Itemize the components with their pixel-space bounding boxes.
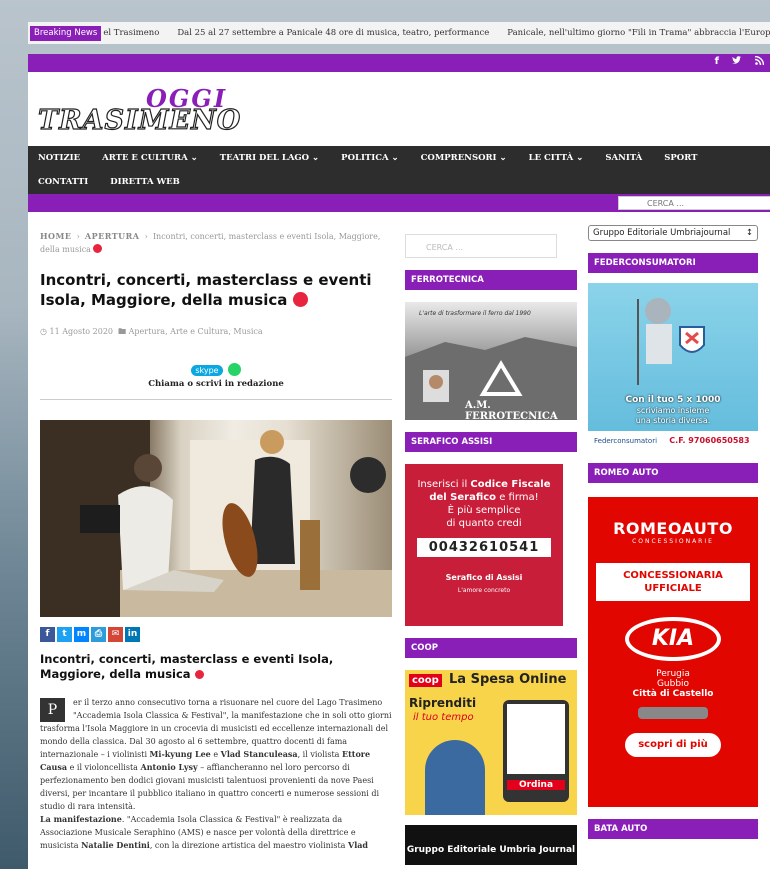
article-date: 11 Agosto 2020 bbox=[49, 327, 114, 336]
romeo-city3: Città di Castello bbox=[632, 689, 714, 699]
coop-ad[interactable]: coop La Spesa Online Riprenditi il tuo t… bbox=[405, 670, 577, 815]
nav-item-sanita[interactable]: SANITÀ bbox=[605, 146, 642, 170]
federconsumatori-ad[interactable]: Con il tuo 5 x 1000 scriviamo insieme un… bbox=[588, 283, 758, 451]
serafico-tagline: L'amore concreto bbox=[457, 587, 511, 594]
nav-search-bar bbox=[28, 194, 770, 212]
widget-title-coop: COOP bbox=[405, 638, 577, 658]
nav-item-comprensori[interactable]: COMPRENSORI ⌄ bbox=[421, 146, 507, 170]
skype-icon[interactable]: skype bbox=[191, 365, 223, 376]
scopri-button[interactable]: scopri di più bbox=[625, 733, 721, 757]
breadcrumb-separator: › bbox=[76, 232, 80, 241]
widget-title-federconsumatori: FEDERCONSUMATORI bbox=[588, 253, 758, 273]
social-bar: f bbox=[28, 54, 770, 72]
nav-search-input[interactable] bbox=[618, 196, 770, 210]
main-area: HOME › APERTURA › Incontri, concerti, ma… bbox=[28, 212, 770, 869]
widget-title-ferrotecnica: FERROTECNICA bbox=[405, 270, 577, 290]
folder-icon: 🖿 bbox=[118, 327, 127, 336]
sidebar-search-input[interactable]: CERCA ... bbox=[405, 234, 557, 258]
email-share-icon[interactable]: ✉ bbox=[108, 627, 123, 642]
ferrotecnica-ad[interactable]: L'arte di trasformare il ferro dal 1990 … bbox=[405, 302, 577, 422]
nav-item-sport[interactable]: SPORT bbox=[664, 146, 697, 170]
fed-line2: scriviamo insieme bbox=[636, 406, 710, 415]
ticker-item[interactable]: Panicale, nell'ultimo giorno "Fili in Tr… bbox=[507, 28, 770, 38]
fed-line3: una storia diversa. bbox=[635, 416, 711, 425]
romeo-line2: UFFICIALE bbox=[644, 583, 702, 594]
live-dot-icon bbox=[194, 670, 204, 679]
print-share-icon[interactable]: ⎙ bbox=[91, 627, 106, 642]
coop-order-button[interactable]: Ordina bbox=[507, 780, 565, 790]
middle-sidebar: CERCA ... FERROTECNICA L'arte di trasfor… bbox=[405, 212, 577, 865]
romeo-city2: Gubbio bbox=[656, 679, 690, 689]
fed-line1: Con il tuo 5 x 1000 bbox=[625, 395, 721, 405]
gruppo-editoriale-banner[interactable]: Gruppo Editoriale Umbria Journal bbox=[405, 825, 577, 865]
rss-icon[interactable] bbox=[754, 55, 765, 68]
contact-widget: skype Chiama o scrivi in redazione bbox=[40, 358, 392, 389]
twitter-share-icon[interactable]: t bbox=[57, 627, 72, 642]
widget-title-romeo-auto: ROMEO AUTO bbox=[588, 463, 758, 483]
article-photo bbox=[40, 420, 392, 617]
breaking-news-bar: Breaking News el Trasimeno Dal 25 al 27 … bbox=[28, 22, 770, 44]
article: HOME › APERTURA › Incontri, concerti, ma… bbox=[40, 212, 392, 852]
breadcrumb: HOME › APERTURA › Incontri, concerti, ma… bbox=[40, 230, 392, 256]
serafico-ad[interactable]: Inserisci il Codice Fiscale del Serafico… bbox=[405, 464, 563, 626]
main-nav: NOTIZIE ARTE E CULTURA ⌄ TEATRI DEL LAGO… bbox=[28, 146, 770, 194]
coop-logo: coop bbox=[409, 674, 442, 687]
nav-item-notizie[interactable]: NOTIZIE bbox=[38, 146, 80, 170]
breaking-news-label: Breaking News bbox=[30, 25, 102, 41]
group-select[interactable]: Gruppo Editoriale Umbriajournal bbox=[588, 225, 758, 241]
logo-trasimeno: TRASIMENO bbox=[37, 104, 242, 136]
serafico-cf: 00432610541 bbox=[417, 538, 551, 557]
right-sidebar: Gruppo Editoriale Umbriajournal FEDERCON… bbox=[588, 212, 758, 839]
breadcrumb-separator: › bbox=[144, 232, 148, 241]
linkedin-share-icon[interactable]: in bbox=[125, 627, 140, 642]
news-ticker: el Trasimeno Dal 25 al 27 settembre a Pa… bbox=[103, 28, 770, 38]
coop-headline: La Spesa Online bbox=[449, 672, 567, 687]
fed-cf: C.F. 97060650583 bbox=[669, 436, 750, 445]
whatsapp-icon[interactable] bbox=[227, 363, 241, 376]
coop-sub2: il tuo tempo bbox=[413, 712, 474, 723]
nav-item-contatti[interactable]: CONTATTI bbox=[38, 170, 88, 194]
article-body: P er il terzo anno consecutivo torna a r… bbox=[40, 698, 392, 850]
call-text: Chiama o scrivi in redazione bbox=[148, 379, 284, 389]
ferro-brand: A.M. FERROTECNICA bbox=[465, 400, 558, 422]
facebook-share-icon[interactable]: f bbox=[40, 627, 55, 642]
facebook-icon[interactable]: f bbox=[715, 56, 719, 68]
article-meta: ◷ 11 Agosto 2020 🖿 Apertura, Arte e Cult… bbox=[40, 326, 392, 340]
share-buttons: f t m ⎙ ✉ in bbox=[40, 627, 392, 642]
live-dot-icon bbox=[292, 292, 308, 307]
article-categories[interactable]: Apertura, Arte e Cultura, Musica bbox=[129, 327, 263, 336]
romeo-line1: CONCESSIONARIA bbox=[623, 570, 723, 581]
widget-title-bata-auto: BATA AUTO bbox=[588, 819, 758, 839]
divider bbox=[40, 399, 392, 400]
serafico-brand: Serafico di Assisi bbox=[445, 573, 523, 582]
romeo-city1: Perugia bbox=[656, 669, 690, 679]
widget-title-serafico: SERAFICO ASSISI bbox=[405, 432, 577, 452]
nav-item-politica[interactable]: POLITICA ⌄ bbox=[341, 146, 399, 170]
article-subtitle: Incontri, concerti, masterclass e eventi… bbox=[40, 652, 334, 681]
twitter-icon[interactable] bbox=[732, 56, 742, 68]
messenger-share-icon[interactable]: m bbox=[74, 627, 89, 642]
coop-sub1: Riprenditi bbox=[409, 696, 477, 710]
live-dot-icon bbox=[93, 244, 103, 253]
page-title: Incontri, concerti, masterclass e eventi… bbox=[40, 271, 372, 309]
site-header: OGGI TRASIMENO bbox=[28, 72, 770, 146]
clock-icon: ◷ bbox=[40, 327, 47, 336]
breadcrumb-home[interactable]: HOME bbox=[40, 231, 71, 241]
breadcrumb-section[interactable]: APERTURA bbox=[85, 231, 140, 241]
nav-item-le-citta[interactable]: LE CITTÀ ⌄ bbox=[529, 146, 584, 170]
ticker-item[interactable]: el Trasimeno bbox=[103, 28, 159, 38]
nav-item-teatri-del-lago[interactable]: TEATRI DEL LAGO ⌄ bbox=[220, 146, 319, 170]
romeo-auto-ad[interactable]: ROMEOAUTO CONCESSIONARIE CONCESSIONARIA … bbox=[588, 497, 758, 807]
romeo-brand: ROMEOAUTO bbox=[613, 519, 733, 538]
dropcap: P bbox=[40, 698, 65, 722]
nav-item-diretta-web[interactable]: DIRETTA WEB bbox=[110, 170, 180, 194]
kia-logo: KIA bbox=[625, 617, 721, 661]
romeo-sub: CONCESSIONARIE bbox=[632, 538, 714, 545]
ticker-item[interactable]: Dal 25 al 27 settembre a Panicale 48 ore… bbox=[177, 28, 489, 38]
fed-brand: Federconsumatori bbox=[594, 437, 658, 445]
site-logo[interactable]: OGGI TRASIMENO bbox=[37, 84, 240, 140]
nav-item-arte-e-cultura[interactable]: ARTE E CULTURA ⌄ bbox=[102, 146, 198, 170]
